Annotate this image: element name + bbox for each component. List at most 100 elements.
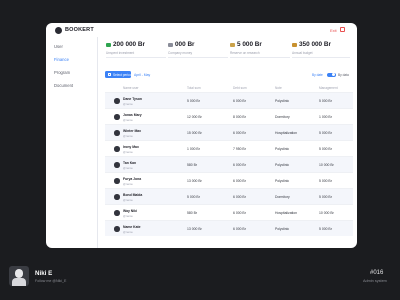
user-handle: @name [123,102,133,106]
calendar-icon [108,73,111,76]
toggle-label-left: By date [312,73,323,77]
table-row[interactable]: Dane Tyson @name 5 000 Br 6 000 Br Polyc… [105,92,353,108]
debt-sum: 6 000 Br [233,131,246,135]
avatar [114,226,120,232]
user-name: Winter Max [123,129,142,133]
author-follow[interactable]: Follow me @Niki_E [35,279,66,283]
stat-value: 200 000 Br [113,41,145,48]
column-header[interactable]: Total sum [187,86,201,90]
avatar [114,162,120,168]
total-sum: 580 Br [187,211,197,215]
avatar [114,194,120,200]
stat-value: 000 Br [175,41,195,48]
user-name: Tan Kan [123,161,137,165]
author-body [12,278,26,286]
note: Dormitory [275,115,290,119]
sidebar-item-finance[interactable]: Finance [54,57,69,62]
column-header[interactable]: Name user [123,86,139,90]
total-sum: 12 000 Br [187,115,202,119]
debt-sum: 8 000 Br [233,115,246,119]
column-header[interactable]: Debt sum [233,86,247,90]
author-name: Niki E [35,270,53,277]
sidebar-item-user[interactable]: User [54,44,63,49]
exit-button[interactable]: Exit [330,28,337,33]
user-name: Name Kate [123,225,141,229]
table-row[interactable]: Name Kate @name 13 000 Br 6 000 Br Polyc… [105,220,353,236]
user-handle: @name [123,198,133,202]
note: Polyclinic [275,99,290,103]
date-filter[interactable]: April - May [134,73,150,77]
avatar [114,130,120,136]
avatar [114,178,120,184]
note: Hospitalization [275,131,298,135]
avatar [114,114,120,120]
note: Hospitalization [275,211,298,215]
table-header: Name user Total sum Debt sum Note Manage… [105,84,353,92]
column-header[interactable]: Management [319,86,338,90]
note: Dormitory [275,195,290,199]
user-handle: @name [123,214,133,218]
user-handle: @name [123,182,133,186]
logo-icon [55,27,62,34]
select-period-button[interactable]: Select period [105,71,132,78]
avatar [114,98,120,104]
total-sum: 15 000 Br [187,131,202,135]
note: Polyclinic [275,163,290,167]
management: 5 000 Br [319,227,332,231]
user-name: Dane Tyson [123,97,142,101]
table-row[interactable]: Irony Max @name 1 000 Br 7 950 Br Polycl… [105,140,353,156]
divider [168,57,228,58]
debt-sum: 6 000 Br [233,227,246,231]
user-handle: @name [123,150,133,154]
author-head [15,269,23,278]
user-name: Furya Jona [123,177,142,181]
management: 10 000 Br [319,163,334,167]
stat-label: Reserve on research [230,51,260,55]
management: 5 000 Br [319,147,332,151]
debt-sum: 6 000 Br [233,163,246,167]
table-row[interactable]: Furya Jona @name 13 000 Br 6 000 Br Poly… [105,172,353,188]
stat-label: Unspent investment [106,51,135,55]
shot-subtitle: Admin system [363,279,387,283]
management: 5 000 Br [319,195,332,199]
select-period-label: Select period [113,72,132,77]
sidebar-item-program[interactable]: Program [54,70,70,75]
stat-label: Company money [168,51,193,55]
divider [106,57,166,58]
total-sum: 580 Br [187,163,197,167]
note: Polyclinic [275,179,290,183]
management: 1 000 Br [319,115,332,119]
toggle-switch[interactable] [327,72,336,77]
table-row[interactable]: Jonas Mary @name 12 000 Br 8 000 Br Dorm… [105,108,353,124]
shot-number: #016 [370,270,384,276]
debt-sum: 6 000 Br [233,195,246,199]
total-sum: 5 000 Br [187,99,200,103]
debt-sum: 7 950 Br [233,147,246,151]
table-row[interactable]: Way Niki @name 580 Br 6 000 Br Hospitali… [105,204,353,220]
divider [292,57,350,58]
money-icon [106,43,111,47]
toggle-label-right: By data [338,73,349,77]
avatar [114,146,120,152]
note: Polyclinic [275,147,290,151]
total-sum: 1 000 Br [187,147,200,151]
table-row[interactable]: Winter Max @name 15 000 Br 6 000 Br Hosp… [105,124,353,140]
note: Polyclinic [275,227,290,231]
top-bar: BOOKERT Exit [46,23,357,37]
column-header[interactable]: Note [275,86,282,90]
avatar [114,210,120,216]
exit-icon[interactable] [340,27,345,32]
card-icon [230,43,235,47]
table-row[interactable]: Bond Mabla @name 5 000 Br 6 000 Br Dormi… [105,188,353,204]
user-name: Jonas Mary [123,113,142,117]
table-row[interactable]: Tan Kan @name 580 Br 6 000 Br Polyclinic… [105,156,353,172]
sort-toggle: By date By data [312,71,352,79]
user-handle: @name [123,166,133,170]
stat-value: 350 000 Br [299,41,331,48]
total-sum: 5 000 Br [187,195,200,199]
user-handle: @name [123,230,133,234]
sidebar: User Finance Program Document [46,37,98,248]
bank-icon [168,43,173,47]
management: 5 000 Br [319,131,332,135]
sidebar-item-document[interactable]: Document [54,83,73,88]
